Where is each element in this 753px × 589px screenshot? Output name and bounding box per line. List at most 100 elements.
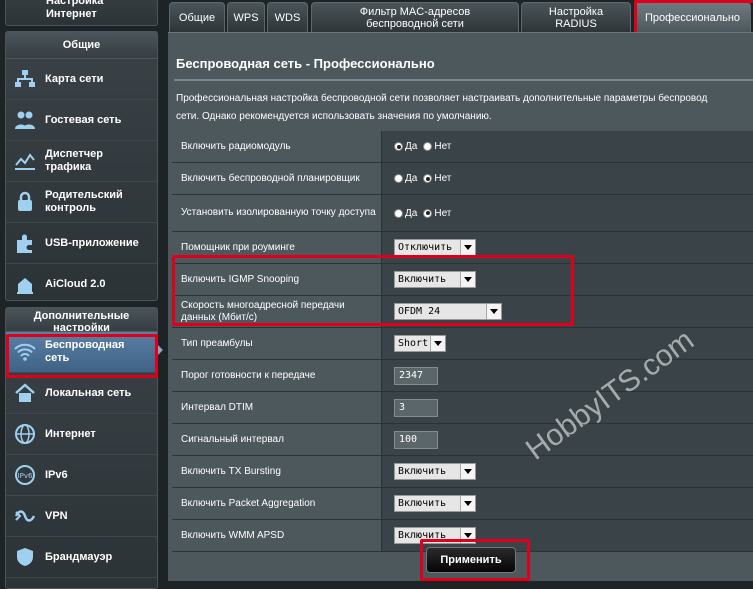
tab-label: Общие (178, 11, 216, 24)
sidebar-item-traffic-manager[interactable]: Диспетчер трафика (6, 141, 157, 182)
page-title: Беспроводная сеть - Профессионально (176, 56, 435, 71)
sidebar-item-network-map[interactable]: Карта сети (6, 59, 157, 100)
radio-label: Да (405, 141, 418, 152)
sidebar-item-usb-app[interactable]: USB-приложение (6, 223, 157, 264)
divider (174, 79, 753, 81)
tx-bursting-select[interactable]: Включить (394, 463, 476, 480)
lan-icon (13, 381, 37, 405)
radio-label: Да (405, 173, 418, 184)
sidebar-item-label: Интернет (45, 427, 96, 440)
setting-row-radio-module: Включить радиомодуль Да Нет (172, 131, 753, 163)
rts-threshold-input[interactable]: 2347 (394, 366, 438, 385)
setting-label: Порог готовности к передаче (172, 360, 382, 391)
radio-dot (423, 174, 433, 183)
sidebar: Настройка Интернет Общие Карта сети Гост… (0, 0, 163, 589)
tab-wds[interactable]: WDS (267, 2, 308, 32)
radio-label: Нет (434, 173, 452, 184)
radio-no[interactable]: Нет (423, 141, 451, 152)
tab-general[interactable]: Общие (169, 2, 225, 32)
description-line: Профессиональная настройка беспроводной … (176, 93, 708, 104)
tab-label: Фильтр MAC-адресов беспроводной сети (359, 5, 471, 30)
packet-aggregation-select[interactable]: Включить (394, 495, 476, 512)
sidebar-item-guest-network[interactable]: Гостевая сеть (6, 100, 157, 141)
internet-globe-icon (13, 422, 37, 446)
sidebar-item-label: Диспетчер трафика (45, 148, 103, 173)
sidebar-item-label: Локальная сеть (45, 386, 132, 399)
chevron-down-icon (460, 240, 475, 255)
highlight-box (420, 539, 530, 581)
setting-row-ap-isolation: Установить изолированную точку доступа Д… (172, 195, 753, 232)
sidebar-item-internet[interactable]: Интернет (6, 414, 157, 455)
setting-label: Включить Packet Aggregation (172, 488, 382, 519)
traffic-manager-icon (13, 149, 37, 173)
sidebar-item-label: Карта сети (45, 72, 104, 85)
advanced-menu-header: Дополнительные настройки (6, 308, 157, 332)
beacon-interval-input[interactable]: 100 (394, 430, 438, 449)
setting-label: Установить изолированную точку доступа (172, 195, 382, 231)
setting-label: Тип преамбулы (172, 328, 382, 359)
network-map-icon (13, 67, 37, 91)
setting-label: Интервал DTIM (172, 392, 382, 423)
dtim-input[interactable]: 3 (394, 398, 438, 417)
sidebar-item-label: AiCloud 2.0 (45, 277, 106, 290)
sidebar-item-internet-setup[interactable]: Настройка Интернет (5, 0, 158, 26)
tab-label: WPS (233, 11, 259, 24)
sidebar-item-label: Гостевая сеть (45, 113, 122, 126)
sidebar-item-ipv6[interactable]: IPv6 IPv6 (6, 455, 157, 496)
radio-label: Да (405, 207, 418, 219)
radio-yes[interactable]: Да (394, 208, 417, 219)
radio-dot (423, 208, 433, 218)
tab-radius[interactable]: Настройка RADIUS (521, 2, 631, 32)
highlight-box (172, 255, 574, 326)
setting-label: Включить радиомодуль (172, 131, 382, 162)
usb-app-icon (13, 231, 37, 255)
setting-label: Включить TX Bursting (172, 456, 382, 487)
setting-row-dtim: Интервал DTIM 3 (172, 392, 753, 424)
sidebar-item-label: Брандмауэр (45, 550, 113, 563)
vpn-icon (13, 504, 37, 528)
radio-dot (394, 208, 403, 218)
setting-row-packet-aggregation: Включить Packet Aggregation Включить (172, 488, 753, 520)
firewall-icon (13, 545, 37, 569)
select-value: Отключить (398, 242, 453, 253)
sidebar-item-lan[interactable]: Локальная сеть (6, 373, 157, 414)
radio-no[interactable]: Нет (423, 208, 451, 219)
select-value: Включить (398, 466, 447, 477)
ipv6-icon: IPv6 (13, 463, 37, 487)
tab-label: Настройка RADIUS (548, 5, 604, 30)
radio-dot (394, 142, 403, 151)
aicloud-icon (13, 272, 37, 296)
tab-label: WDS (274, 11, 301, 24)
sidebar-item-aicloud[interactable]: AiCloud 2.0 (6, 264, 157, 304)
sidebar-item-label: Настройка Интернет (46, 0, 104, 20)
general-menu-header: Общие (6, 32, 157, 59)
radio-label: Нет (434, 207, 452, 219)
radio-dot (423, 142, 433, 151)
radio-dot (394, 174, 403, 183)
chevron-down-icon (460, 464, 475, 479)
setting-row-scheduler: Включить беспроводной планировщик Да Нет (172, 163, 753, 195)
radio-yes[interactable]: Да (394, 173, 417, 184)
svg-text:IPv6: IPv6 (18, 472, 33, 480)
guest-network-icon (13, 108, 37, 132)
roaming-assistant-select[interactable]: Отключить (394, 239, 476, 256)
chevron-down-icon (430, 336, 445, 351)
tab-mac-filter[interactable]: Фильтр MAC-адресов беспроводной сети (311, 2, 519, 32)
sidebar-item-vpn[interactable]: VPN (6, 496, 157, 537)
select-value: Включить (398, 498, 447, 509)
setting-label: Включить беспроводной планировщик (172, 163, 382, 194)
sidebar-item-firewall[interactable]: Брандмауэр (6, 537, 157, 578)
setting-row-tx-bursting: Включить TX Bursting Включить (172, 456, 753, 488)
select-value: Short (398, 338, 429, 349)
preamble-select[interactable]: Short (394, 335, 446, 352)
sidebar-item-parental-control[interactable]: Родительский контроль (6, 182, 157, 223)
page-description: Профессиональная настройка беспроводной … (176, 90, 753, 126)
general-menu: Общие Карта сети Гостевая сеть Диспетчер… (5, 31, 158, 301)
tab-wps[interactable]: WPS (227, 2, 265, 32)
radio-no[interactable]: Нет (423, 173, 451, 184)
sidebar-item-label: IPv6 (45, 468, 68, 481)
sidebar-item-label: Родительский контроль (45, 189, 123, 214)
setting-label: Включить WMM APSD (172, 520, 382, 551)
radio-yes[interactable]: Да (394, 141, 417, 152)
description-line: сети. Однако рекомендуется использовать … (176, 111, 492, 122)
